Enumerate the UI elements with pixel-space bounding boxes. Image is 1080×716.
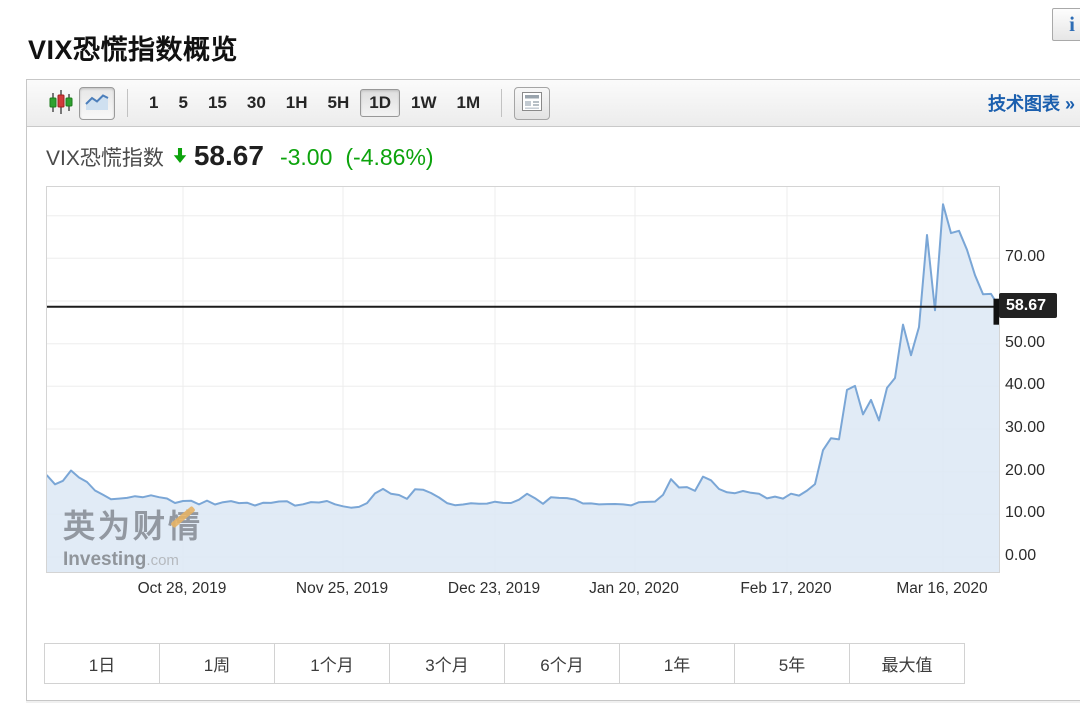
info-icon: i — [1069, 12, 1075, 37]
last-price: 58.67 — [194, 140, 264, 172]
period-button-1[interactable]: 1日 — [44, 643, 160, 684]
y-axis-tick-label: 50.00 — [1005, 334, 1065, 352]
interval-1w[interactable]: 1W — [402, 89, 446, 117]
line-area-chart-button[interactable] — [79, 87, 115, 120]
price-down-arrow-icon — [173, 148, 187, 168]
period-button-6[interactable]: 1年 — [619, 643, 735, 684]
interval-1h[interactable]: 1H — [277, 89, 317, 117]
y-axis-tick-label: 20.00 — [1005, 462, 1065, 480]
candlestick-chart-button[interactable] — [43, 87, 79, 120]
technical-chart-link[interactable]: 技术图表 » — [988, 90, 1075, 116]
vix-overview-page: { "page": { "title": "VIX恐慌指数概览" }, "hea… — [0, 0, 1080, 716]
interval-group: 1515301H5H1D1W1M — [140, 89, 489, 117]
interval-1m[interactable]: 1M — [447, 89, 489, 117]
interval-5[interactable]: 5 — [169, 89, 196, 117]
candlestick-icon — [48, 89, 74, 118]
price-change-percent: (-4.86%) — [345, 144, 433, 171]
interval-15[interactable]: 15 — [199, 89, 236, 117]
instrument-name: VIX恐慌指数 — [46, 142, 164, 172]
chart-widget: 1515301H5H1D1W1M 技术图表 » VIX恐慌指数 58.67 -3… — [26, 79, 1080, 701]
page-title: VIX恐慌指数概览 — [28, 28, 238, 67]
x-axis-tick-label: Oct 28, 2019 — [138, 580, 227, 598]
y-axis-tick-label: 40.00 — [1005, 376, 1065, 394]
price-change: -3.00 — [280, 144, 332, 171]
interval-30[interactable]: 30 — [238, 89, 275, 117]
x-axis-tick-label: Mar 16, 2020 — [896, 580, 987, 598]
period-button-8[interactable]: 最大值 — [849, 643, 965, 684]
current-price-tag: 58.67 — [999, 293, 1057, 318]
interval-5h[interactable]: 5H — [319, 89, 359, 117]
x-axis-tick-label: Jan 20, 2020 — [589, 580, 679, 598]
x-axis-tick-label: Dec 23, 2019 — [448, 580, 540, 598]
period-button-2[interactable]: 1周 — [159, 643, 275, 684]
news-panel-button[interactable] — [514, 87, 550, 120]
area-chart — [47, 187, 999, 572]
interval-1[interactable]: 1 — [140, 89, 167, 117]
period-button-row: 1日1周1个月3个月6个月1年5年最大值 — [44, 643, 965, 684]
toolbar-separator — [127, 89, 128, 117]
info-button[interactable]: i — [1052, 8, 1080, 41]
chart-toolbar: 1515301H5H1D1W1M 技术图表 » — [27, 80, 1080, 127]
y-axis-tick-label: 70.00 — [1005, 248, 1065, 266]
period-button-5[interactable]: 6个月 — [504, 643, 620, 684]
news-panel-icon — [522, 92, 542, 114]
toolbar-separator — [501, 89, 502, 117]
period-button-4[interactable]: 3个月 — [389, 643, 505, 684]
period-button-3[interactable]: 1个月 — [274, 643, 390, 684]
interval-1d[interactable]: 1D — [360, 89, 400, 117]
x-axis-tick-label: Feb 17, 2020 — [740, 580, 831, 598]
y-axis-tick-label: 30.00 — [1005, 419, 1065, 437]
y-axis-tick-label: 10.00 — [1005, 504, 1065, 522]
period-button-7[interactable]: 5年 — [734, 643, 850, 684]
price-chart-plot-area[interactable] — [46, 186, 1000, 573]
instrument-header: VIX恐慌指数 58.67 -3.00 (-4.86%) — [46, 140, 434, 172]
line-area-chart-icon — [84, 91, 110, 116]
y-axis-tick-label: 0.00 — [1005, 547, 1065, 565]
x-axis-tick-label: Nov 25, 2019 — [296, 580, 388, 598]
